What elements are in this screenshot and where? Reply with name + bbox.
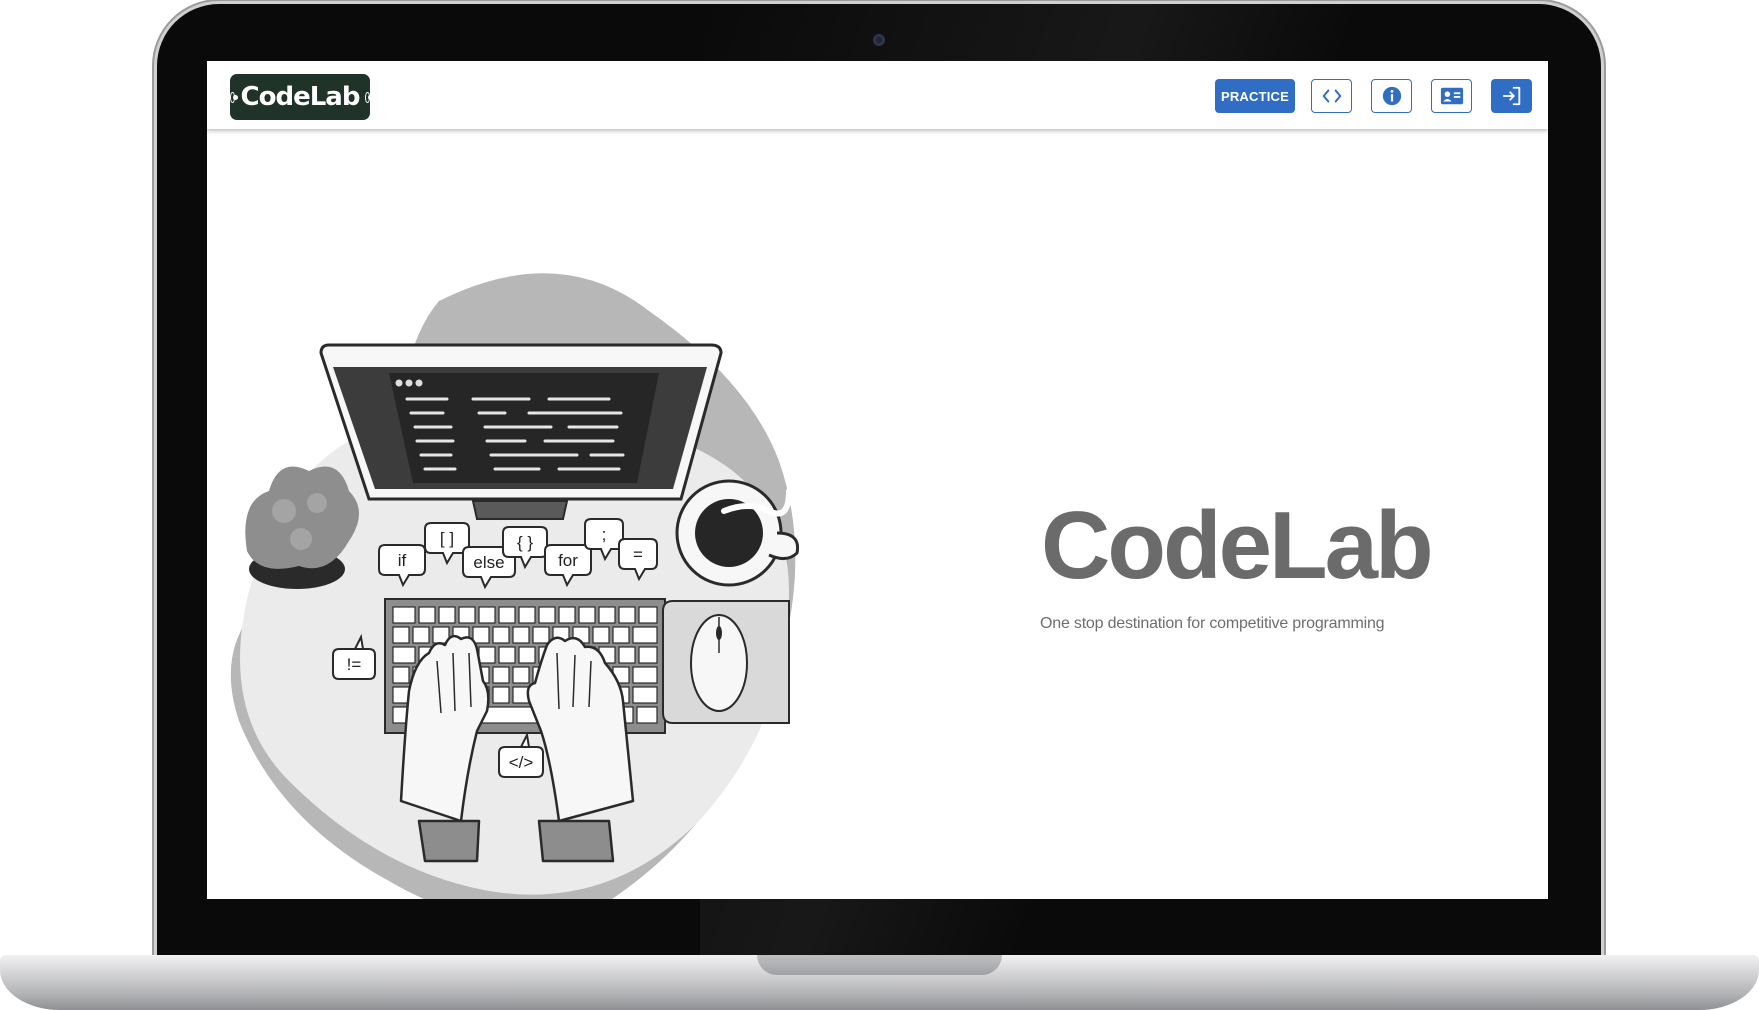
logo[interactable]: CodeLab <box>230 74 373 120</box>
info-button[interactable] <box>1371 79 1412 113</box>
logo-dot-left <box>230 91 238 103</box>
code-button[interactable] <box>1311 79 1352 113</box>
bubble-not-equals-text: != <box>347 655 362 674</box>
logo-dot-right <box>365 91 373 103</box>
bubble-if-text: if <box>398 551 407 570</box>
login-button[interactable] <box>1491 79 1532 113</box>
bubble-braces-text: { } <box>517 533 533 552</box>
laptop-screen: CodeLab PRACTICE if [] else {} for ; =… <box>207 61 1548 899</box>
monitor <box>319 343 723 520</box>
contact-card-icon <box>1440 87 1463 105</box>
coding-illustration: if [ ] else { } for ; = != </> <box>230 273 800 899</box>
info-icon <box>1382 86 1401 106</box>
laptop-base-notch <box>757 955 1002 975</box>
bubble-for-text: for <box>558 551 578 570</box>
mouse <box>662 600 790 724</box>
bubble-tag-text: </> <box>509 753 534 772</box>
code-icon <box>1322 89 1341 103</box>
bubble-brackets-text: [ ] <box>440 529 454 548</box>
contact-button[interactable] <box>1431 79 1472 113</box>
practice-button-label: PRACTICE <box>1220 88 1290 104</box>
bubble-equals-text: = <box>633 545 643 564</box>
logo-text: CodeLab <box>240 82 361 112</box>
webcam <box>873 34 885 46</box>
bubble-semicolon-text: ; <box>602 525 607 544</box>
login-icon <box>1502 86 1520 106</box>
hero-title: CodeLab <box>1041 492 1434 599</box>
navbar: CodeLab PRACTICE <box>207 61 1548 129</box>
hero-subtitle: One stop destination for competitive pro… <box>1040 615 1385 632</box>
practice-button[interactable]: PRACTICE <box>1215 79 1295 113</box>
bubble-else-text: else <box>473 553 504 572</box>
plant <box>245 466 359 589</box>
